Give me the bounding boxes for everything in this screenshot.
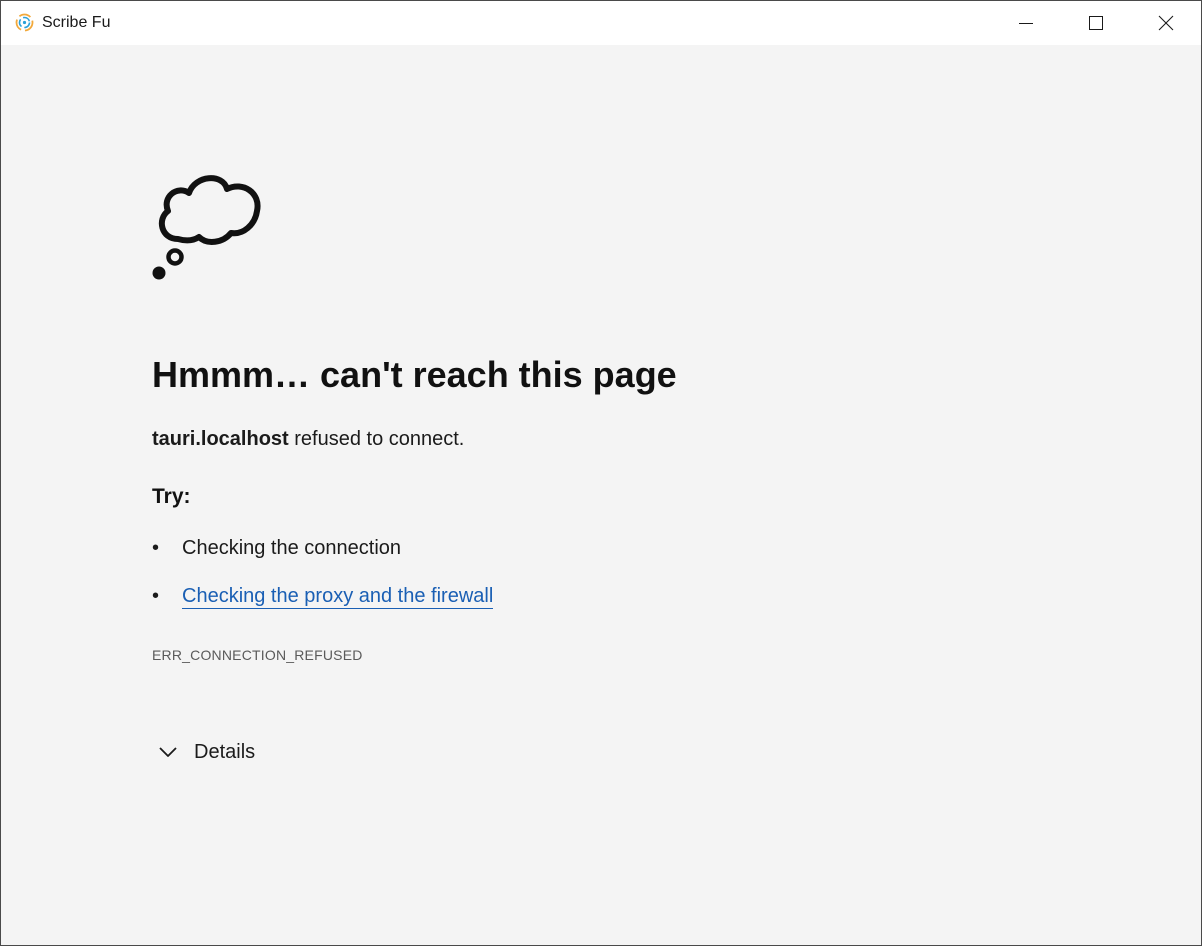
- error-page: Hmmm… can't reach this page tauri.localh…: [1, 45, 1201, 945]
- error-message-suffix: refused to connect.: [288, 428, 465, 450]
- maximize-icon: [1089, 16, 1103, 30]
- suggestion-item: • Checking the proxy and the firewall: [152, 583, 494, 609]
- details-toggle[interactable]: Details: [156, 738, 255, 766]
- error-heading: Hmmm… can't reach this page: [152, 354, 677, 395]
- bullet: •: [152, 537, 160, 559]
- app-window: Scribe Fu Hmmm… can't reach this page ta…: [0, 0, 1202, 946]
- minimize-button[interactable]: [991, 1, 1061, 45]
- close-button[interactable]: [1131, 1, 1201, 45]
- title-bar[interactable]: Scribe Fu: [1, 1, 1201, 45]
- error-host: tauri.localhost: [152, 428, 289, 450]
- details-label: Details: [194, 740, 256, 763]
- error-message: tauri.localhost refused to connect.: [152, 426, 464, 452]
- try-label: Try:: [152, 485, 191, 508]
- window-title: Scribe Fu: [42, 14, 111, 31]
- suggestion-item: • Checking the connection: [152, 535, 401, 561]
- chevron-down-icon: [159, 747, 177, 757]
- bullet: •: [152, 585, 160, 607]
- thought-cloud-icon: [152, 175, 261, 280]
- maximize-button[interactable]: [1061, 1, 1131, 45]
- suggestion-text: Checking the connection: [182, 537, 402, 559]
- app-logo-icon: [15, 13, 34, 32]
- proxy-firewall-link[interactable]: Checking the proxy and the firewall: [182, 585, 494, 609]
- error-code: ERR_CONNECTION_REFUSED: [152, 647, 363, 663]
- close-icon: [1158, 15, 1174, 31]
- minimize-icon: [1019, 23, 1033, 24]
